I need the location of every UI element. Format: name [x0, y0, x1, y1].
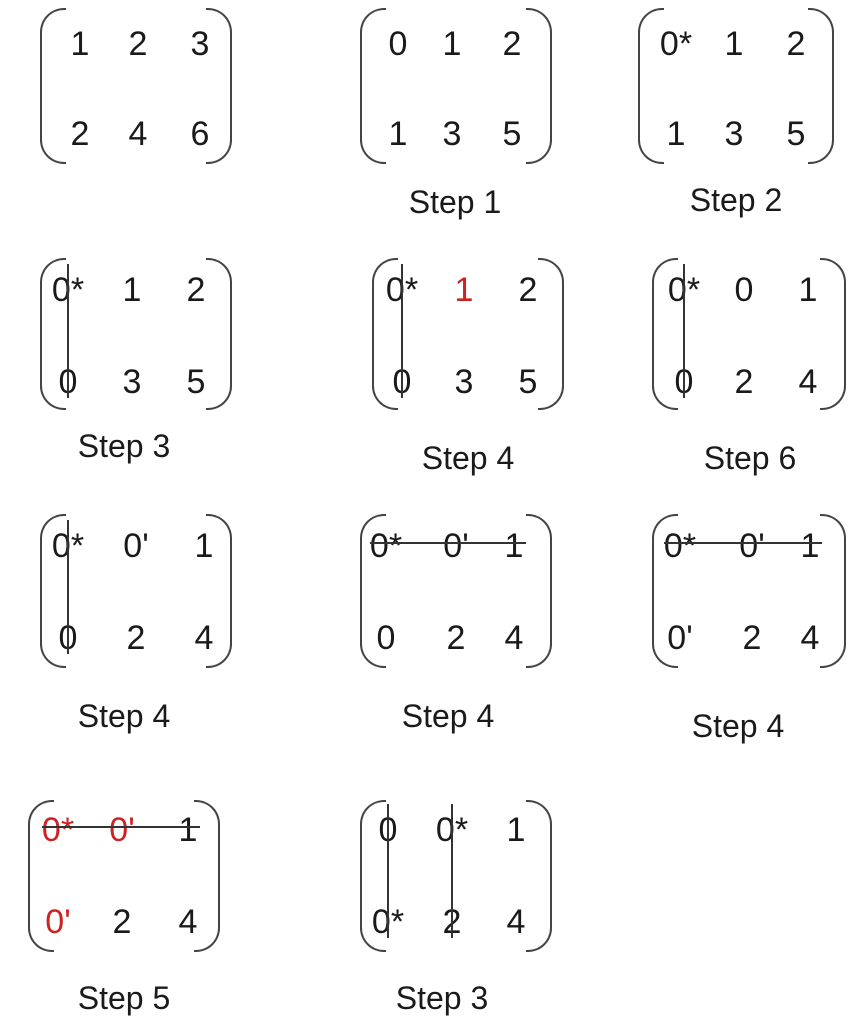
matrix-cell: 1: [724, 25, 744, 63]
matrix-bracket-right: [526, 800, 552, 952]
matrix-cell: 1: [442, 25, 462, 63]
covered-row-line: [370, 542, 526, 544]
matrix-cell: 2: [502, 25, 522, 63]
matrix-cell: 5: [186, 363, 206, 401]
matrix-cell: 2: [128, 25, 148, 63]
step-caption: Step 3: [77, 428, 171, 464]
matrix-1: 123246: [40, 8, 232, 164]
matrix-cell: 5: [518, 363, 538, 401]
matrix-cell: 1: [178, 811, 198, 849]
matrix-cell: 1: [506, 811, 526, 849]
matrix-cell: 2: [112, 903, 132, 941]
matrix-cell: 0': [45, 903, 71, 941]
matrix-cell: 4: [178, 903, 198, 941]
step-caption: Step 2: [689, 182, 783, 218]
matrix-cell: 0: [376, 619, 396, 657]
matrix-cell: 0': [123, 527, 149, 565]
matrix-cell: 0: [388, 25, 408, 63]
matrix-cell: 2: [518, 271, 538, 309]
matrix-cell: 0': [109, 811, 135, 849]
matrix-cell: 0*: [659, 25, 693, 63]
covered-column-line: [683, 264, 685, 398]
matrix-bracket-right: [820, 258, 846, 410]
matrix-cell: 1: [504, 527, 524, 565]
matrix-bracket-right: [206, 8, 232, 164]
matrix-11: 00*10*24: [360, 800, 552, 952]
matrix-cell: 1: [194, 527, 214, 565]
matrix-cell: 1: [800, 527, 820, 565]
matrix-cell: 0': [739, 527, 765, 565]
matrix-cell: 1: [666, 115, 686, 153]
matrix-4: 0*12035: [40, 258, 232, 410]
matrix-7: 0*0'1024: [40, 514, 232, 668]
matrix-cell: 6: [190, 115, 210, 153]
step-caption: Step 6: [703, 440, 797, 476]
covered-column-line: [67, 520, 69, 654]
matrix-bracket-right: [206, 258, 232, 410]
step-caption: Step 4: [421, 440, 515, 476]
matrix-cell: 0': [667, 619, 693, 657]
matrix-cell: 1: [70, 25, 90, 63]
matrix-cell: 1: [122, 271, 142, 309]
covered-row-line: [664, 542, 822, 544]
matrix-bracket-right: [538, 258, 564, 410]
matrix-cell: 0': [443, 527, 469, 565]
matrix-cell: 5: [786, 115, 806, 153]
matrix-10: 0* 0' 1 0' 2 4: [28, 800, 220, 952]
matrix-bracket-right: [526, 8, 552, 164]
matrix-bracket-left: [40, 8, 66, 164]
matrix-cell: 4: [798, 363, 818, 401]
matrix-cell: 2: [742, 619, 762, 657]
matrix-cell: 4: [506, 903, 526, 941]
matrix-bracket-right: [808, 8, 834, 164]
matrix-cell: 3: [454, 363, 474, 401]
covered-column-line: [67, 264, 69, 398]
covered-column-line: [451, 804, 453, 938]
step-caption: Step 4: [691, 708, 785, 744]
covered-column-line: [401, 264, 403, 398]
matrix-cell: 2: [70, 115, 90, 153]
step-caption: Step 4: [401, 698, 495, 734]
matrix-cell: 1: [454, 271, 474, 309]
matrix-cell: 4: [194, 619, 214, 657]
matrix-5: 0*12035: [372, 258, 564, 410]
matrix-bracket-right: [820, 514, 846, 668]
matrix-cell: 0*: [41, 811, 75, 849]
matrix-cell: 2: [734, 363, 754, 401]
matrix-cell: 2: [186, 271, 206, 309]
covered-column-line: [387, 804, 389, 938]
matrix-9: 0* 0' 1 0' 2 4: [652, 514, 846, 668]
step-caption: Step 3: [395, 980, 489, 1016]
matrix-cell: 4: [800, 619, 820, 657]
matrix-cell: 3: [122, 363, 142, 401]
matrix-cell: 5: [502, 115, 522, 153]
matrix-cell: 0: [734, 271, 754, 309]
matrix-cell: 0*: [369, 527, 403, 565]
matrix-3: 0* 1 2 1 3 5: [638, 8, 834, 164]
matrix-cell: 2: [126, 619, 146, 657]
step-caption: Step 4: [77, 698, 171, 734]
matrix-2: 012135: [360, 8, 552, 164]
matrix-cell: 4: [128, 115, 148, 153]
matrix-bracket-right: [526, 514, 552, 668]
matrix-bracket-right: [194, 800, 220, 952]
matrix-bracket-left: [360, 8, 386, 164]
matrix-cell: 4: [504, 619, 524, 657]
matrix-cell: 3: [190, 25, 210, 63]
matrix-6: 0*01024: [652, 258, 846, 410]
matrix-cell: 0*: [663, 527, 697, 565]
matrix-cell: 1: [798, 271, 818, 309]
matrix-cell: 3: [442, 115, 462, 153]
covered-row-line: [42, 826, 200, 828]
matrix-cell: 2: [446, 619, 466, 657]
matrix-8: 0* 0' 1 0 2 4: [360, 514, 552, 668]
matrix-cell: 1: [388, 115, 408, 153]
matrix-cell: 3: [724, 115, 744, 153]
matrix-cell: 2: [786, 25, 806, 63]
step-caption: Step 1: [408, 184, 502, 220]
step-caption: Step 5: [77, 980, 171, 1016]
